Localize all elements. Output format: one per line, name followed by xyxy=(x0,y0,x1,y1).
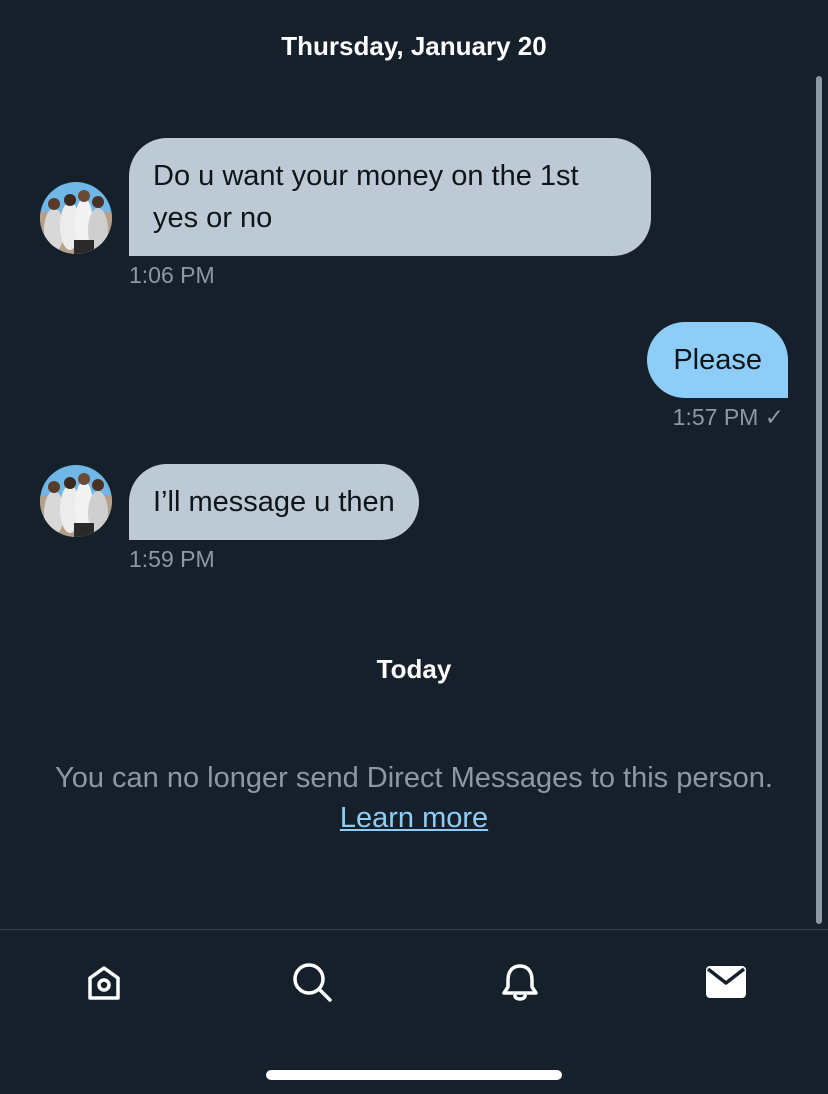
tab-notifications[interactable] xyxy=(496,958,544,1006)
avatar[interactable] xyxy=(40,465,112,537)
message-timestamp: 1:59 PM xyxy=(129,546,215,572)
home-icon xyxy=(88,966,120,1000)
search-icon xyxy=(293,963,332,1002)
date-header: Thursday, January 20 xyxy=(281,31,547,61)
message-line: yes or no xyxy=(153,202,273,234)
avatar-photo xyxy=(40,182,112,254)
message-line: Do u want your money on the 1st xyxy=(153,160,579,192)
message-timestamp: 1:57 PM ✓ xyxy=(672,404,784,430)
message-bubble[interactable]: I’ll message u then xyxy=(129,464,419,540)
notice-text: You can no longer send Direct Messages t… xyxy=(55,762,773,794)
today-header: Today xyxy=(376,654,452,684)
learn-more-link[interactable]: Learn more xyxy=(340,802,488,834)
scrollbar[interactable] xyxy=(816,76,822,924)
tab-search[interactable] xyxy=(288,958,336,1006)
dm-restriction-notice: You can no longer send Direct Messages t… xyxy=(0,758,828,838)
avatar-photo xyxy=(40,465,112,537)
message-line: Please xyxy=(673,344,762,376)
tab-messages[interactable] xyxy=(702,958,750,1006)
home-indicator[interactable] xyxy=(266,1070,562,1080)
message-line: I’ll message u then xyxy=(153,486,395,518)
message-bubble[interactable]: Do u want your money on the 1st yes or n… xyxy=(129,138,651,256)
avatar[interactable] xyxy=(40,182,112,254)
tab-home[interactable] xyxy=(80,958,128,1006)
message-bubble[interactable]: Please xyxy=(647,322,788,398)
messages-mail-icon xyxy=(706,966,746,998)
notifications-bell-icon xyxy=(502,964,538,1001)
message-timestamp: 1:06 PM xyxy=(129,262,215,288)
